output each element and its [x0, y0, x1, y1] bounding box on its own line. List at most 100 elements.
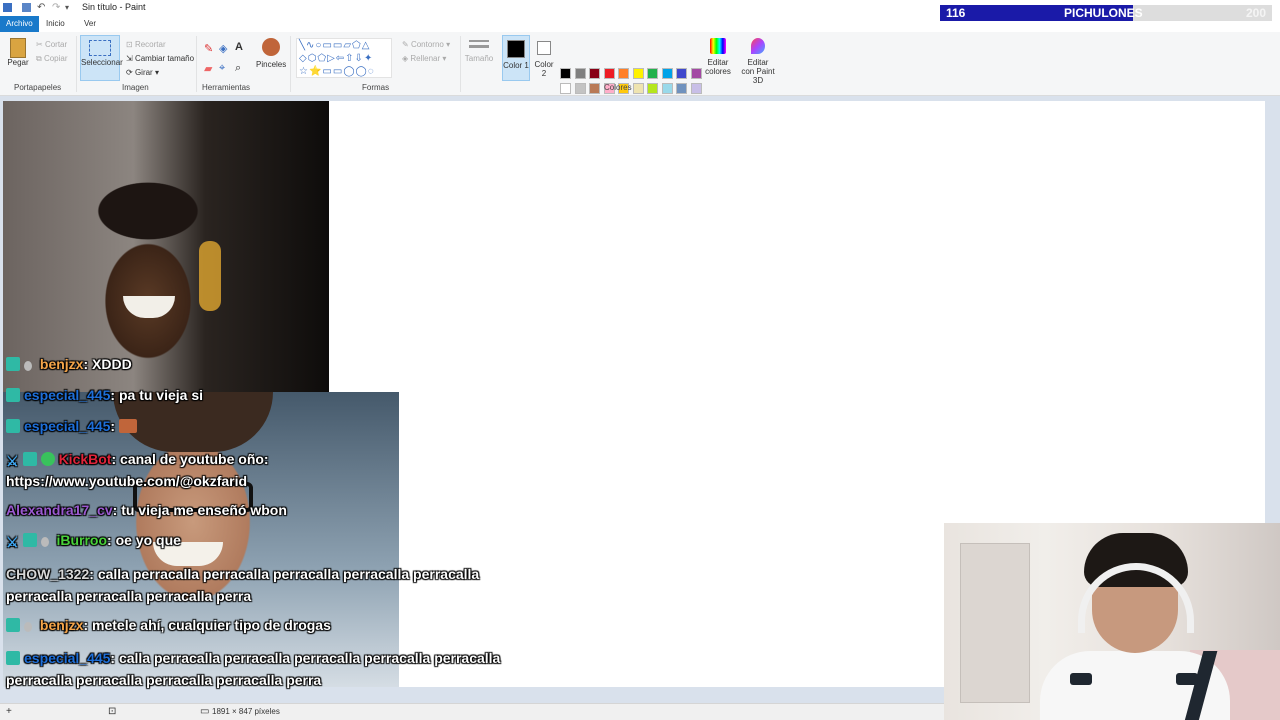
brush-icon — [262, 38, 280, 56]
palette-color-swatch[interactable] — [690, 82, 702, 94]
window-title: Sin título - Paint — [82, 2, 146, 12]
shirt-logo — [1176, 673, 1198, 685]
pasted-image-smiling-man[interactable] — [3, 392, 399, 687]
palette-color-swatch[interactable] — [560, 68, 571, 79]
image-size-readout: 1891 × 847 píxeles — [212, 707, 280, 716]
color-picker-icon[interactable]: ⌖ — [219, 62, 225, 75]
palette-color-swatch[interactable] — [589, 68, 600, 79]
palette-color-swatch[interactable] — [647, 82, 658, 94]
magnifier-icon[interactable]: ⌕ — [235, 62, 241, 75]
resize-label: Cambiar tamaño — [134, 54, 195, 63]
rotate-button[interactable]: ⟳ Girar ▾ — [126, 68, 159, 77]
crop-button[interactable]: ⊡ Recortar — [126, 40, 166, 49]
edit-colors-icon — [710, 38, 726, 54]
stream-counter: 116 PICHULONES 200 — [940, 5, 1272, 21]
color2-swatch — [537, 41, 551, 55]
eraser-icon[interactable]: ▰ — [204, 62, 212, 75]
palette-color-swatch[interactable] — [632, 82, 644, 94]
palette-color-swatch[interactable] — [661, 68, 673, 79]
paint3d-button[interactable]: Editar con Paint 3D — [740, 38, 776, 85]
webcam-overlay — [944, 523, 1280, 720]
color1-button[interactable]: Color 1 — [502, 35, 530, 81]
brushes-label: Pinceles — [256, 60, 287, 69]
paint3d-label: Editar con Paint 3D — [741, 58, 775, 85]
palette-color-swatch[interactable] — [676, 82, 687, 94]
fill-button[interactable]: ◈ Rellenar ▾ — [402, 54, 446, 63]
text-tool-icon[interactable]: A — [235, 41, 243, 53]
quick-access-dropdown-icon[interactable]: ▾ — [65, 3, 74, 12]
image-group-label: Imagen — [122, 83, 149, 92]
size-label: Tamaño — [464, 54, 494, 63]
counter-value: 116 — [946, 6, 966, 20]
boy-smile — [123, 296, 175, 318]
outline-button[interactable]: ✎ Contorno ▾ — [402, 40, 450, 49]
counter-title: PICHULONES — [1064, 6, 1143, 20]
shirt-logo — [1070, 673, 1092, 685]
shapes-group-label: Formas — [362, 83, 390, 92]
brushes-button[interactable]: Pinceles — [256, 38, 286, 69]
edit-colors-button[interactable]: Editar colores — [704, 38, 732, 76]
undo-icon[interactable]: ↶ — [37, 3, 46, 13]
palette-color-swatch[interactable] — [690, 68, 702, 79]
paint-app-icon — [3, 3, 12, 12]
palette-color-swatch[interactable] — [618, 68, 629, 79]
paint3d-icon — [751, 38, 765, 54]
select-button[interactable]: Seleccionar — [80, 35, 123, 81]
copy-button[interactable]: ⧉ Copiar — [36, 54, 68, 64]
tab-inicio[interactable]: Inicio — [40, 16, 71, 32]
pencil-icon[interactable]: ✎ — [204, 42, 213, 55]
palette-color-swatch[interactable] — [574, 82, 586, 94]
man-hair — [113, 392, 273, 452]
tab-archivo[interactable]: Archivo — [0, 16, 39, 32]
edit-colors-label: Editar colores — [705, 58, 731, 76]
tools-group-label: Herramientas — [202, 83, 251, 92]
redo-icon[interactable]: ↷ — [52, 3, 61, 13]
man-glasses — [133, 482, 253, 512]
select-icon — [89, 40, 111, 56]
fill-bucket-icon[interactable]: ◈ — [219, 42, 227, 55]
palette-color-swatch[interactable] — [574, 68, 586, 79]
crop-label: Recortar — [134, 40, 166, 49]
webcam-shelf — [960, 543, 1030, 703]
resize-button[interactable]: ⇲ Cambiar tamaño — [126, 54, 194, 63]
cut-label: Cortar — [44, 40, 68, 49]
paste-button[interactable]: Pegar — [6, 38, 30, 67]
size-button[interactable]: Tamaño — [464, 40, 494, 63]
counter-goal: 200 — [1245, 6, 1266, 20]
palette-color-swatch[interactable] — [676, 68, 687, 79]
fill-label: Rellenar — [410, 54, 441, 63]
clipboard-icon — [10, 38, 26, 58]
copy-label: Copiar — [43, 54, 68, 63]
palette-color-swatch[interactable] — [589, 82, 600, 94]
palette-color-swatch[interactable] — [632, 68, 644, 79]
pasted-image-smiling-boy[interactable] — [3, 101, 329, 392]
rotate-label: Girar — [134, 68, 153, 77]
color1-label: Color 1 — [503, 61, 529, 70]
image-size-icon: ▭ — [200, 706, 210, 717]
man-smile — [153, 542, 223, 566]
ribbon-divider — [290, 36, 291, 92]
shapes-gallery[interactable]: ╲∿○▭▭▱⬠△ ◇⬡⬠▷⇦⇧⇩✦ ☆⭐▭▭◯◯◌ — [296, 38, 392, 78]
color2-label: Color 2 — [534, 60, 554, 78]
ribbon-divider — [76, 36, 77, 92]
paste-label: Pegar — [7, 58, 29, 67]
palette-color-swatch[interactable] — [661, 82, 673, 94]
ribbon-divider — [460, 36, 461, 92]
colors-group-label: Colores — [604, 83, 632, 92]
clipboard-group-label: Portapapeles — [14, 83, 62, 92]
ribbon: Pegar ✂ Cortar ⧉ Copiar Portapapeles Sel… — [0, 32, 1280, 108]
cut-button[interactable]: ✂ Cortar — [36, 40, 67, 49]
selection-size-icon: ⊡ — [108, 706, 117, 717]
palette-color-swatch[interactable] — [603, 68, 615, 79]
background-light — [199, 241, 221, 311]
palette-color-swatch[interactable] — [560, 82, 571, 94]
save-icon[interactable] — [22, 3, 31, 12]
color1-swatch — [507, 40, 525, 58]
line-width-icon — [469, 40, 489, 48]
palette-color-swatch[interactable] — [647, 68, 658, 79]
add-icon: + — [6, 706, 12, 717]
color2-button[interactable]: Color 2 — [532, 35, 556, 81]
outline-label: Contorno — [410, 40, 444, 49]
tab-ver[interactable]: Ver — [78, 16, 102, 32]
select-label: Seleccionar — [81, 58, 123, 67]
